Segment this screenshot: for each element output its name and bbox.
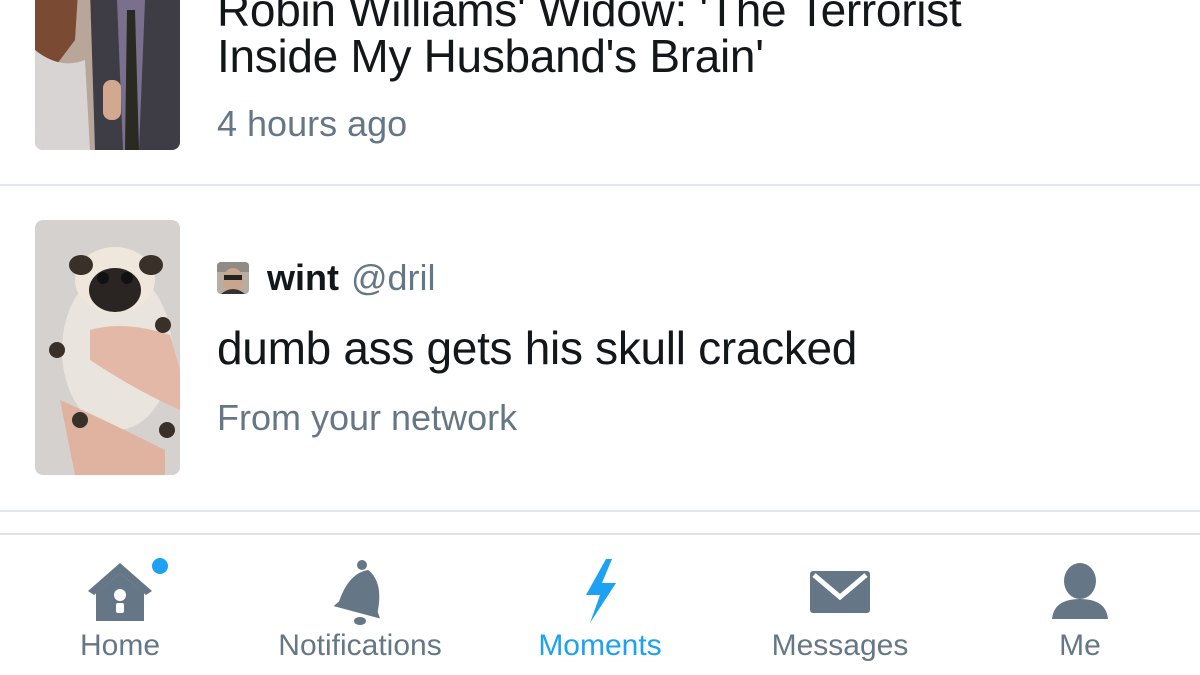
tweet-context: From your network [217, 397, 518, 438]
tab-home-label: Home [79, 629, 161, 662]
tweet-card[interactable]: wint @dril dumb ass gets his skull crack… [0, 186, 1200, 511]
story-timestamp: 4 hours ago [217, 103, 408, 144]
author-name: wint [267, 257, 339, 298]
bell-icon [320, 557, 400, 627]
tweet-media-thumbnail [35, 220, 180, 475]
tab-moments[interactable]: Moments [480, 535, 720, 675]
tab-messages-label: Messages [771, 629, 909, 662]
moments-screen: Robin Williams' Widow: 'The Terrorist In… [0, 0, 1200, 675]
tab-home[interactable]: Home [0, 535, 240, 675]
author-avatar [217, 262, 249, 294]
moment-story-card[interactable]: Robin Williams' Widow: 'The Terrorist In… [0, 0, 1200, 186]
feed-divider [0, 510, 1200, 512]
tweet-author-row[interactable]: wint @dril [217, 257, 436, 298]
tab-moments-label: Moments [538, 629, 662, 662]
tweet-text: dumb ass gets his skull cracked [217, 322, 858, 374]
home-notification-dot [152, 558, 168, 574]
person-icon [1040, 557, 1120, 627]
bottom-tab-bar: Home Notifications Moments Messages Me [0, 533, 1200, 675]
lightning-icon [560, 557, 640, 627]
tab-me[interactable]: Me [960, 535, 1200, 675]
tab-messages[interactable]: Messages [720, 535, 960, 675]
story-thumbnail [35, 0, 180, 150]
tab-notifications-label: Notifications [278, 629, 442, 662]
home-icon [80, 557, 160, 627]
story-title-line2: Inside My Husband's Brain' [217, 30, 764, 82]
author-handle: @dril [350, 257, 436, 298]
tab-notifications[interactable]: Notifications [240, 535, 480, 675]
envelope-icon [800, 557, 880, 627]
tab-me-label: Me [1059, 629, 1101, 662]
